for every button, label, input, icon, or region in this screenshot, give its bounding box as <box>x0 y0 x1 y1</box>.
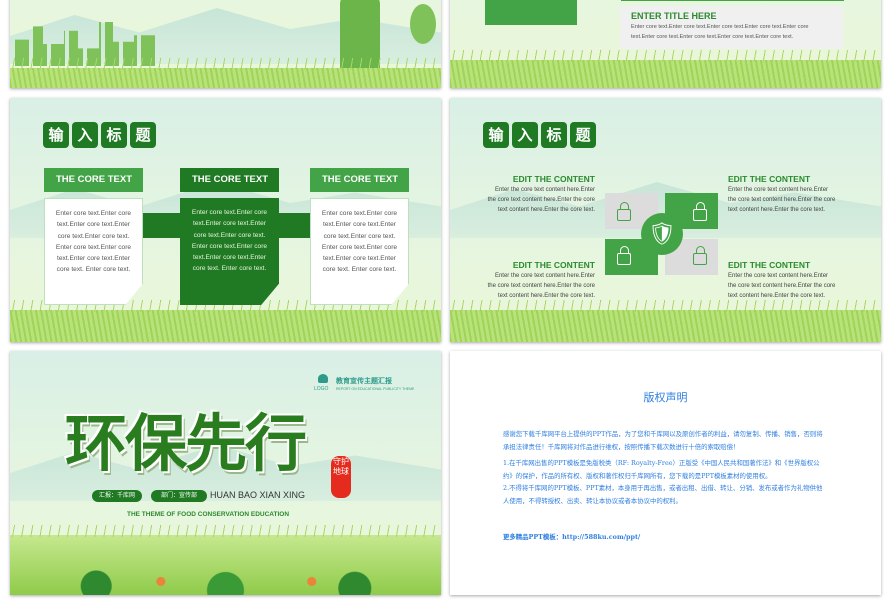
copyright-title: 版权声明 <box>643 391 688 404</box>
logo-icon <box>318 374 328 383</box>
subtitle: THE THEME OF FOOD CONSERVATION EDUCATION <box>127 511 290 518</box>
column-card: Enter core text.Enter core text.Enter co… <box>180 198 279 305</box>
logo-text: LOGO <box>314 386 329 392</box>
content-body: Enter the core text content here.Enter t… <box>728 273 836 299</box>
slide-4-thumbnail[interactable]: 输 入 标 题 EDIT THE CONTENT Enter the core t… <box>450 98 881 342</box>
column-header: THE CORE TEXT <box>180 168 279 192</box>
title-char: 题 <box>130 122 156 148</box>
seal-badge: 守护地球 <box>331 456 351 498</box>
slide-1-thumbnail[interactable] <box>10 0 441 88</box>
slide-3-thumbnail[interactable]: 输 入 标 题 THE CORE TEXT Enter core text.En… <box>10 98 441 342</box>
header-cn: 教育宣传主题汇报 <box>336 378 392 385</box>
slide-6-thumbnail[interactable]: 版权声明 感谢您下载千库网平台上提供的PPT作品，为了您和千库网以及原创作者的利… <box>450 351 881 595</box>
pinyin-text: HUAN BAO XIAN XING <box>210 490 306 500</box>
lock-icon <box>617 202 631 221</box>
column-card: Enter core text.Enter core text.Enter co… <box>44 198 143 305</box>
content-body: Enter the core text content here.Enter t… <box>487 273 595 299</box>
title-char: 题 <box>570 122 596 148</box>
leaves-foreground <box>10 550 441 595</box>
title-char: 标 <box>541 122 567 148</box>
title-char: 输 <box>483 122 509 148</box>
text-panel: ENTER TITLE HERE Enter core text.Enter c… <box>620 6 843 49</box>
content-block: EDIT THE CONTENT Enter the core text cont… <box>728 259 838 301</box>
copyright-paragraph: 感谢您下载千库网平台上提供的PPT作品，为了您和千库网以及原创作者的利益，请勿复… <box>503 430 823 451</box>
content-title: EDIT THE CONTENT <box>512 260 595 270</box>
lock-icon <box>693 202 707 221</box>
copyright-paragraph: 2.不得将千库网的PPT模板、PPT素材，本身用于再出售，或者出租、出借、转让、… <box>503 484 823 505</box>
title-char: 标 <box>101 122 127 148</box>
more-templates-link[interactable]: 更多精品PPT模板：http://588ku.com/ppt/ <box>503 531 640 544</box>
content-block: EDIT THE CONTENT Enter the core text cont… <box>485 259 595 301</box>
content-body: Enter the core text content here.Enter t… <box>487 187 595 213</box>
panel-body: Enter core text.Enter core text.Enter co… <box>631 24 809 40</box>
copyright-paragraph: 1.在千库网出售的PPT模板是免版税类（RF: Royalty-Free）正版受… <box>503 459 820 480</box>
reporter-pill: 汇报：千库网 <box>92 490 142 502</box>
slide-2-thumbnail[interactable]: ENTER TITLE HERE Enter core text.Enter c… <box>450 0 881 88</box>
content-title: EDIT THE CONTENT <box>728 174 811 184</box>
column-header: THE CORE TEXT <box>44 168 143 192</box>
title-char: 输 <box>43 122 69 148</box>
content-block: EDIT THE CONTENT Enter the core text cont… <box>728 173 838 215</box>
column-header: THE CORE TEXT <box>310 168 409 192</box>
dept-pill: 部门：宣传部 <box>151 490 207 502</box>
green-bar <box>621 0 844 1</box>
title-char: 入 <box>72 122 98 148</box>
lock-icon <box>617 246 631 265</box>
panel-title: ENTER TITLE HERE <box>631 11 717 21</box>
content-title: EDIT THE CONTENT <box>728 260 811 270</box>
content-body: Enter the core text content here.Enter t… <box>728 187 836 213</box>
green-block <box>485 0 577 25</box>
main-title: 环保先行 <box>65 407 307 480</box>
content-block: EDIT THE CONTENT Enter the core text cont… <box>485 173 595 215</box>
lock-icon <box>693 246 707 265</box>
content-title: EDIT THE CONTENT <box>512 174 595 184</box>
trees-illustration <box>410 4 436 44</box>
shield-check-icon: 🛡 <box>641 213 683 255</box>
title-char: 入 <box>512 122 538 148</box>
column-card: Enter core text.Enter core text.Enter co… <box>310 198 409 305</box>
slide-5-thumbnail[interactable]: LOGO 教育宣传主题汇报 REPORT ON EDUCATIONAL PUBL… <box>10 351 441 595</box>
header-en: REPORT ON EDUCATIONAL PUBLICITY THEME <box>336 387 415 391</box>
